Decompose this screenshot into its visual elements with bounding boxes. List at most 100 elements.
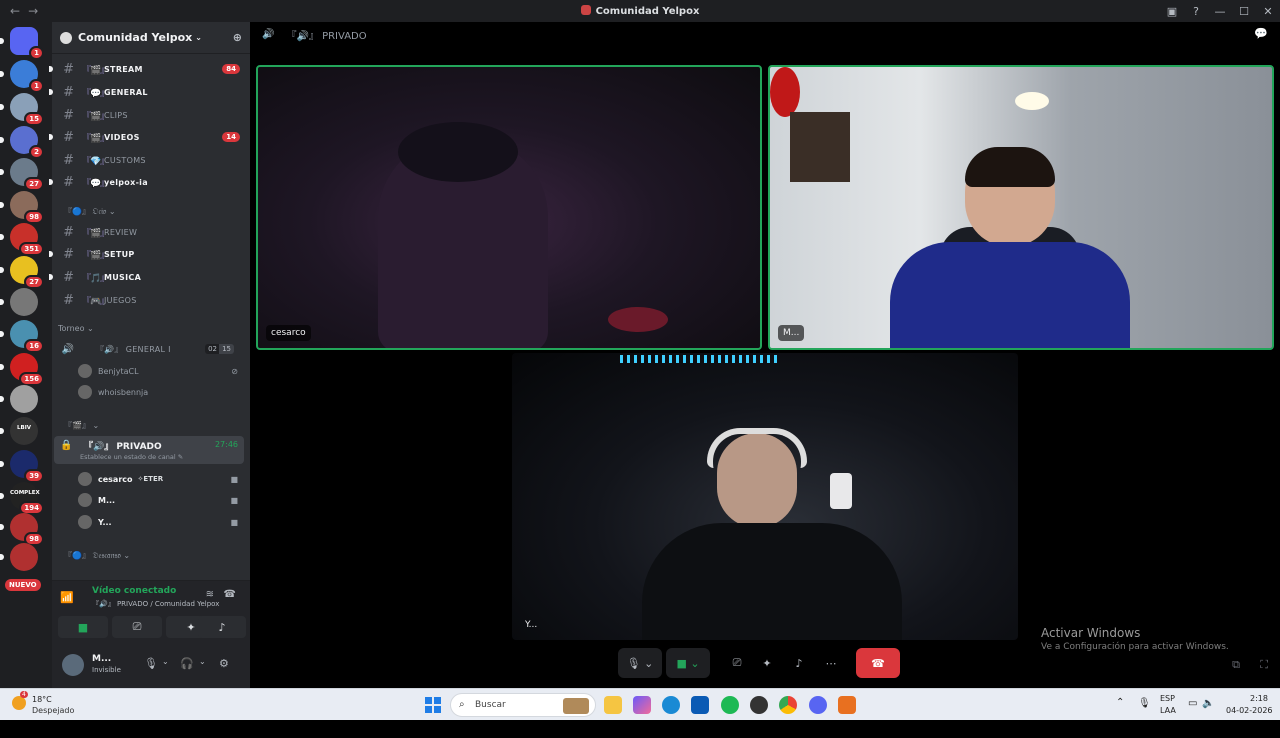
activities-icon[interactable]: ✦ bbox=[754, 648, 780, 678]
category-torneo[interactable]: Torneo ⌄ bbox=[52, 324, 250, 333]
soundboard-button[interactable]: ♪ bbox=[198, 616, 246, 638]
maximize-button[interactable]: ☐ bbox=[1232, 5, 1256, 18]
voice-member[interactable]: whoisbennja bbox=[52, 382, 250, 402]
chevron-up-icon[interactable]: ⌃ bbox=[1116, 697, 1124, 729]
discord-icon[interactable] bbox=[809, 696, 827, 714]
server-icon[interactable]: 2 bbox=[0, 126, 44, 159]
chat-icon[interactable]: 💬 bbox=[1254, 27, 1268, 40]
hash-icon: # bbox=[63, 129, 74, 145]
new-badge[interactable]: NUEVO bbox=[5, 579, 41, 591]
channel-juegos[interactable]: # 『🎮』 JUEGOS bbox=[52, 290, 250, 310]
channel-clips[interactable]: # 『🎬』 CLIPS bbox=[52, 105, 250, 125]
channel-musica[interactable]: # 『🎵』 MUSICA bbox=[49, 267, 250, 287]
signal-icon[interactable]: 📶 bbox=[60, 591, 74, 604]
server-icon[interactable]: 1 bbox=[0, 60, 44, 93]
chevron-down-icon[interactable]: ⌄ bbox=[199, 657, 206, 666]
server-icon[interactable]: 98 bbox=[0, 513, 44, 546]
more-options-icon[interactable]: ⋯ bbox=[818, 648, 844, 678]
channel-videos[interactable]: # 『🎬』 VIDEOS 14 bbox=[49, 127, 250, 147]
keyboard-layout[interactable]: LAA bbox=[1160, 706, 1176, 738]
chevron-down-icon[interactable]: ⌄ bbox=[162, 657, 169, 666]
mute-button[interactable]: 🎙 ⌄ bbox=[618, 648, 662, 678]
hash-icon: # bbox=[63, 246, 74, 262]
voice-location[interactable]: 『🔊』 PRIVADO / Comunidad Yelpox bbox=[92, 599, 219, 609]
guild-header[interactable]: Comunidad Yelpox ⌄ ⊕ bbox=[52, 22, 250, 54]
channel-customs[interactable]: # 『💎』 CUSTOMS bbox=[52, 150, 250, 170]
channel-general[interactable]: # 『💬』 GENERAL bbox=[49, 82, 250, 102]
network-icon[interactable]: ▭ bbox=[1188, 698, 1197, 730]
back-icon[interactable]: ← bbox=[10, 4, 28, 18]
channel-setup[interactable]: # 『🎬』 SETUP bbox=[49, 244, 250, 264]
hang-up-button[interactable]: ☎ bbox=[856, 648, 900, 678]
add-member-icon[interactable]: ⊕ bbox=[233, 31, 242, 44]
unread-indicator bbox=[0, 428, 4, 434]
noise-suppression-icon[interactable]: ≋ bbox=[206, 589, 214, 600]
copilot-icon[interactable] bbox=[633, 696, 651, 714]
close-button[interactable]: ✕ bbox=[1256, 5, 1280, 18]
volume-icon[interactable]: 🔈 bbox=[1202, 698, 1214, 730]
server-icon[interactable]: 27 bbox=[0, 256, 44, 289]
voice-connection-status[interactable]: Vídeo conectado bbox=[92, 586, 176, 596]
server-icon[interactable]: 156 bbox=[0, 353, 44, 386]
user-name[interactable]: M... bbox=[92, 654, 111, 664]
avatar[interactable] bbox=[62, 654, 84, 676]
soundboard-icon[interactable]: ♪ bbox=[786, 648, 812, 678]
inbox-icon[interactable]: ▣ bbox=[1160, 5, 1184, 18]
app-icon[interactable] bbox=[838, 696, 856, 714]
category-unnamed[interactable]: 『🎬』 ⌄ bbox=[52, 420, 250, 431]
channel-stream[interactable]: # 『🎬』 STREAM 84 bbox=[49, 59, 250, 79]
edge-icon[interactable] bbox=[662, 696, 680, 714]
steam-icon[interactable] bbox=[750, 696, 768, 714]
unread-indicator bbox=[0, 38, 4, 44]
member-name: whoisbennja bbox=[98, 387, 149, 397]
taskbar-search[interactable]: ⌕ Buscar bbox=[450, 693, 596, 717]
voice-channel-general[interactable]: 🔊 『🔊』 GENERAL I 02 15 bbox=[52, 339, 250, 359]
server-icon[interactable]: 98 bbox=[0, 191, 44, 224]
start-button[interactable] bbox=[425, 697, 441, 713]
forward-icon[interactable]: → bbox=[28, 4, 46, 18]
voice-member[interactable]: M... ■ bbox=[52, 490, 250, 510]
headphones-icon[interactable]: 🎧 bbox=[180, 657, 194, 670]
channel-yelpox-ia[interactable]: # 『💬』 yelpox-ia bbox=[49, 172, 250, 192]
minimize-button[interactable]: — bbox=[1208, 5, 1232, 18]
server-icon[interactable]: 27 bbox=[0, 158, 44, 191]
video-tile-m[interactable]: M... bbox=[768, 65, 1274, 350]
video-tile-y[interactable]: Y... bbox=[512, 353, 1018, 640]
category-ocio[interactable]: 『🔵』 𝔒𝔠𝔦𝔬 ⌄ bbox=[52, 206, 250, 217]
server-icon[interactable]: 15 bbox=[0, 93, 44, 126]
microphone-icon[interactable]: 🎙 bbox=[144, 657, 158, 670]
store-icon[interactable] bbox=[691, 696, 709, 714]
server-icon[interactable]: LBIV bbox=[0, 417, 38, 445]
disconnect-icon[interactable]: ☎ bbox=[224, 589, 236, 600]
help-icon[interactable]: ? bbox=[1184, 5, 1208, 18]
clock-date[interactable]: 04-02-2026 bbox=[1226, 706, 1273, 738]
microphone-icon[interactable]: 🎙 bbox=[1138, 698, 1151, 730]
camera-toggle-button[interactable]: ■ ⌄ bbox=[666, 648, 710, 678]
voice-channel-privado[interactable]: 🔒 『🔊』 PRIVADO 27:46 Establece un estado de … bbox=[54, 436, 244, 464]
server-icon[interactable] bbox=[0, 385, 38, 413]
screen-share-icon[interactable]: ⎚ bbox=[724, 648, 750, 678]
file-explorer-icon[interactable] bbox=[604, 696, 622, 714]
category-descanso[interactable]: 『🔵』 𝔇𝔢𝔰𝔠𝔞𝔫𝔰𝔬 ⌄ bbox=[52, 550, 250, 561]
chrome-icon[interactable] bbox=[779, 696, 797, 714]
server-icon[interactable] bbox=[0, 288, 38, 316]
spotify-icon[interactable] bbox=[721, 696, 739, 714]
nav-arrows[interactable]: ←→ bbox=[0, 4, 50, 18]
unread-indicator bbox=[0, 202, 4, 208]
channel-name: STREAM bbox=[104, 64, 143, 74]
voice-member[interactable]: BenjytaCL ⊘ bbox=[52, 361, 250, 381]
server-icon[interactable]: 1 bbox=[0, 27, 44, 60]
gear-icon[interactable]: ⚙ bbox=[219, 657, 229, 670]
server-icon[interactable]: 16 bbox=[0, 320, 44, 353]
voice-member[interactable]: Y... ■ bbox=[52, 512, 250, 532]
channel-status[interactable]: Establece un estado de canal ✎ bbox=[80, 453, 183, 461]
channel-review[interactable]: # 『🎬』 REVIEW bbox=[52, 222, 250, 242]
screen-share-button[interactable]: ⎚ bbox=[112, 616, 162, 638]
video-tile-cesarco[interactable]: cesarco bbox=[256, 65, 762, 350]
server-icon[interactable]: 351 bbox=[0, 223, 44, 256]
camera-button[interactable]: ■ bbox=[58, 616, 108, 638]
server-icon[interactable]: 39 bbox=[0, 450, 44, 483]
voice-member[interactable]: cesarco ✧ETER ■ bbox=[52, 469, 250, 489]
server-icon[interactable] bbox=[0, 543, 38, 571]
server-icon[interactable]: COMPLEX 194 bbox=[0, 482, 44, 515]
